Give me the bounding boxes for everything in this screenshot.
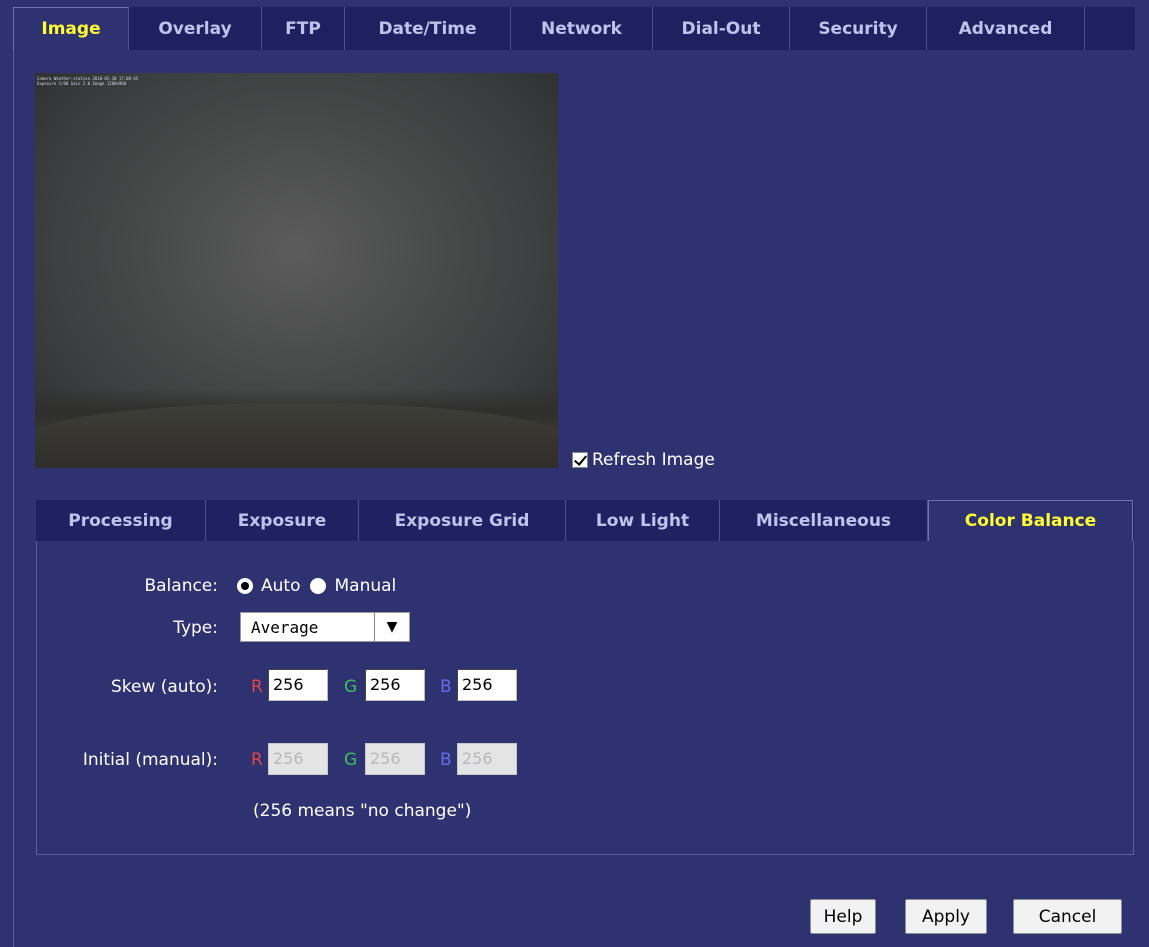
balance-manual-label[interactable]: Manual [334, 576, 396, 596]
balance-auto-label[interactable]: Auto [261, 576, 300, 596]
balance-radio-group: Auto Manual [237, 576, 396, 596]
subtab-exposure[interactable]: Exposure [206, 500, 359, 541]
skew-auto-label: Skew (auto): [110, 677, 218, 697]
tab-security[interactable]: Security [790, 7, 927, 50]
subtab-miscellaneous[interactable]: Miscellaneous [720, 500, 928, 541]
initial-r-label: R [251, 750, 263, 770]
type-select[interactable]: Average ▼ [240, 612, 410, 642]
skew-r-input[interactable]: 256 [268, 669, 328, 701]
preview-overlay-stamp: Camera Weather-station 2010-05-30 17:08:… [37, 76, 177, 90]
preview-horizon [35, 403, 558, 468]
camera-preview-image: Camera Weather-station 2010-05-30 17:08:… [35, 73, 558, 468]
subtab-exposure-grid[interactable]: Exposure Grid [359, 500, 566, 541]
balance-auto-radio[interactable] [237, 578, 253, 594]
refresh-image-checkbox[interactable]: Refresh Image [572, 448, 715, 472]
subtab-low-light[interactable]: Low Light [566, 500, 720, 541]
apply-button[interactable]: Apply [905, 899, 987, 934]
tab-dial-out[interactable]: Dial-Out [653, 7, 790, 50]
initial-g-label: G [344, 750, 358, 770]
balance-manual-radio[interactable] [310, 578, 327, 594]
tab-ftp[interactable]: FTP [262, 7, 345, 50]
sub-tab-bar: Processing Exposure Exposure Grid Low Li… [36, 500, 1134, 541]
skew-g-label: G [344, 677, 358, 697]
skew-r-label: R [251, 677, 263, 697]
tab-image[interactable]: Image [13, 7, 129, 50]
tab-overlay[interactable]: Overlay [129, 7, 262, 50]
tab-date-time[interactable]: Date/Time [345, 7, 511, 50]
preview-stamp-line2: Exposure 1/60 Gain 2.0 Image 1280x960 [37, 81, 127, 86]
tab-network[interactable]: Network [511, 7, 653, 50]
skew-b-input[interactable]: 256 [457, 669, 517, 701]
type-select-value: Average [251, 617, 319, 637]
skew-g-input[interactable]: 256 [365, 669, 425, 701]
initial-r-input: 256 [268, 743, 328, 775]
balance-label: Balance: [144, 576, 218, 596]
skew-b-label: B [440, 677, 452, 697]
subtab-color-balance[interactable]: Color Balance [928, 500, 1133, 541]
chevron-down-icon[interactable]: ▼ [374, 613, 409, 641]
cancel-button[interactable]: Cancel [1013, 899, 1122, 934]
initial-g-input: 256 [365, 743, 425, 775]
initial-b-input: 256 [457, 743, 517, 775]
checkbox-checked-icon[interactable] [572, 452, 588, 468]
initial-b-label: B [440, 750, 452, 770]
initial-manual-label: Initial (manual): [82, 750, 218, 770]
help-button[interactable]: Help [810, 899, 876, 934]
no-change-note: (256 means "no change") [253, 801, 472, 821]
refresh-image-label: Refresh Image [592, 450, 715, 470]
top-tab-bar: Image Overlay FTP Date/Time Network Dial… [13, 7, 1135, 50]
tab-advanced[interactable]: Advanced [927, 7, 1085, 50]
type-label: Type: [173, 618, 218, 638]
subtab-processing[interactable]: Processing [36, 500, 206, 541]
